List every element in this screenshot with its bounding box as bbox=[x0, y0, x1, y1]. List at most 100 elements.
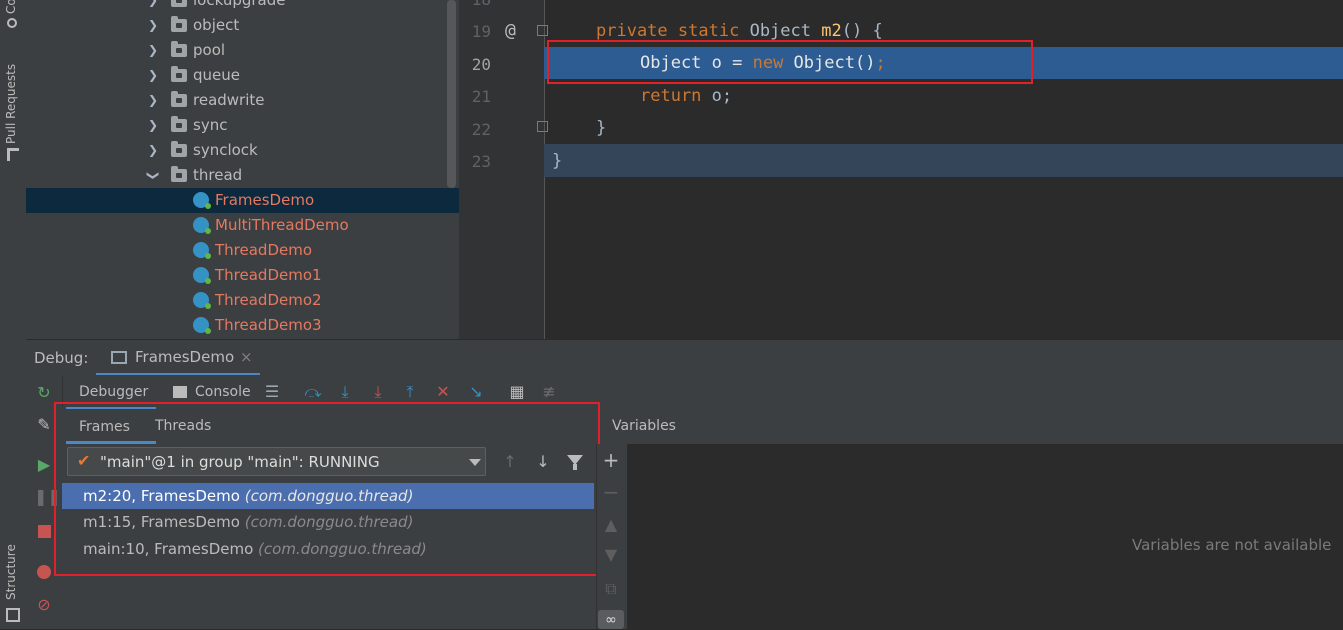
left-tool-strip: Co Pull Requests Structure bbox=[0, 0, 27, 629]
variables-panel[interactable]: Variables are not available bbox=[627, 444, 1343, 629]
tree-class-threaddemo[interactable]: ThreadDemo bbox=[26, 238, 459, 263]
code-text: } bbox=[596, 118, 607, 138]
fold-icon[interactable] bbox=[537, 25, 548, 36]
tree-item-label: pool bbox=[193, 41, 226, 59]
add-watch-icon[interactable]: + bbox=[601, 450, 621, 470]
view-breakpoints-icon[interactable] bbox=[37, 565, 51, 579]
tree-item-label: object bbox=[193, 16, 240, 34]
copy-icon: ⧉ bbox=[605, 579, 617, 598]
resume-icon[interactable]: ▶ bbox=[34, 455, 54, 475]
pull-requests-icon[interactable] bbox=[7, 148, 19, 161]
annotation-highlight-code bbox=[547, 40, 1033, 84]
evaluate-expression-icon[interactable]: ▦ bbox=[507, 382, 527, 402]
project-tree: ❯ lockupgrade ❯ object ❯ pool ❯ queue ❯ … bbox=[26, 0, 459, 339]
caret-line-highlight bbox=[544, 144, 1343, 177]
fold-end-icon[interactable] bbox=[537, 121, 548, 132]
step-into-icon[interactable]: ⤓ bbox=[335, 382, 355, 402]
mute-breakpoints-icon[interactable]: ⊘ bbox=[34, 595, 54, 615]
pause-icon: ❚❚ bbox=[34, 487, 61, 506]
line-number: 20 bbox=[471, 55, 491, 74]
tree-item-label: synclock bbox=[193, 141, 258, 159]
chevron-right-icon[interactable]: ❯ bbox=[146, 0, 160, 13]
tree-item-label: ThreadDemo3 bbox=[215, 316, 322, 334]
step-over-icon[interactable]: ⤼ bbox=[303, 382, 323, 402]
code-method-name: m2 bbox=[821, 21, 842, 41]
run-to-cursor-icon[interactable]: ↘ bbox=[466, 382, 486, 402]
debug-tool-window-header: Debug: FramesDemo × bbox=[26, 339, 1343, 376]
tree-class-framesdemo[interactable]: FramesDemo bbox=[26, 188, 459, 213]
debug-session-tab[interactable]: FramesDemo × bbox=[96, 340, 260, 376]
tree-class-threaddemo2[interactable]: ThreadDemo2 bbox=[26, 288, 459, 313]
chevron-right-icon[interactable]: ❯ bbox=[146, 13, 160, 38]
chevron-right-icon[interactable]: ❯ bbox=[146, 138, 160, 163]
tree-folder-object[interactable]: ❯ object bbox=[26, 13, 459, 38]
tree-class-multithreaddemo[interactable]: MultiThreadDemo bbox=[26, 213, 459, 238]
java-class-icon bbox=[193, 217, 211, 234]
annotation-highlight-frames bbox=[54, 402, 600, 576]
variables-side-toolbar: + − ▲ ▼ ⧉ ∞ bbox=[596, 444, 628, 629]
java-class-icon bbox=[193, 317, 211, 334]
debugger-tab[interactable]: Debugger bbox=[79, 384, 148, 400]
code-line-23: } bbox=[552, 145, 562, 177]
move-down-icon: ▼ bbox=[604, 545, 618, 564]
tree-scrollbar-thumb[interactable] bbox=[447, 0, 456, 188]
chevron-right-icon[interactable]: ❯ bbox=[146, 38, 160, 63]
chevron-right-icon[interactable]: ❯ bbox=[146, 88, 160, 113]
code-keyword: private bbox=[596, 21, 668, 41]
drop-frame-icon[interactable]: ✕ bbox=[433, 382, 453, 402]
code-text: } bbox=[552, 151, 563, 171]
override-marker-icon[interactable]: @ bbox=[505, 20, 516, 41]
rerun-icon[interactable]: ↻ bbox=[34, 383, 54, 403]
layout-menu-icon[interactable]: ☰ bbox=[262, 382, 282, 402]
tree-item-label: ThreadDemo bbox=[215, 241, 313, 259]
tree-folder-thread[interactable]: ❯ thread bbox=[26, 163, 459, 188]
code-keyword: return bbox=[640, 86, 702, 106]
tree-class-threaddemo1[interactable]: ThreadDemo1 bbox=[26, 263, 459, 288]
tree-item-label: FramesDemo bbox=[215, 191, 315, 209]
folder-icon bbox=[171, 0, 187, 7]
tree-item-label: lockupgrade bbox=[193, 0, 286, 9]
tree-class-threaddemo3[interactable]: ThreadDemo3 bbox=[26, 313, 459, 338]
tree-item-label: readwrite bbox=[193, 91, 265, 109]
tree-item-label: ThreadDemo1 bbox=[215, 266, 322, 284]
code-keyword: static bbox=[677, 21, 740, 41]
debug-label: Debug: bbox=[34, 349, 89, 367]
code-line-22: } bbox=[596, 112, 606, 144]
chevron-down-icon[interactable]: ❯ bbox=[141, 169, 166, 183]
code-type: Object bbox=[749, 21, 811, 41]
chevron-right-icon[interactable]: ❯ bbox=[146, 113, 160, 138]
force-step-into-icon[interactable]: ⤓ bbox=[368, 382, 388, 402]
java-class-icon bbox=[193, 192, 211, 209]
folder-icon bbox=[171, 116, 187, 132]
variables-title: Variables bbox=[612, 418, 676, 434]
folder-icon bbox=[171, 91, 187, 107]
close-tab-icon[interactable]: × bbox=[240, 348, 253, 366]
pull-requests-tool[interactable]: Pull Requests bbox=[4, 64, 18, 144]
line-number: 22 bbox=[471, 120, 491, 139]
glasses-icon: ∞ bbox=[605, 612, 617, 628]
line-number: 19 bbox=[471, 22, 491, 41]
step-out-icon[interactable]: ⤒ bbox=[400, 382, 420, 402]
structure-tool[interactable]: Structure bbox=[4, 544, 18, 600]
tree-folder-lockupgrade[interactable]: ❯ lockupgrade bbox=[26, 0, 459, 13]
commit-tool-label[interactable]: Co bbox=[4, 0, 18, 14]
tree-folder-pool[interactable]: ❯ pool bbox=[26, 38, 459, 63]
folder-icon bbox=[171, 141, 187, 157]
structure-icon[interactable] bbox=[6, 608, 20, 622]
tree-folder-readwrite[interactable]: ❯ readwrite bbox=[26, 88, 459, 113]
console-tab[interactable]: Console bbox=[195, 384, 251, 400]
folder-icon bbox=[171, 41, 187, 57]
commit-icon[interactable] bbox=[7, 18, 17, 28]
console-window-icon bbox=[111, 351, 127, 364]
line-number: 21 bbox=[471, 87, 491, 106]
stop-icon[interactable] bbox=[38, 525, 51, 538]
tree-folder-sync[interactable]: ❯ sync bbox=[26, 113, 459, 138]
tree-item-label: ThreadDemo2 bbox=[215, 291, 322, 309]
code-text: () { bbox=[841, 21, 883, 41]
chevron-right-icon[interactable]: ❯ bbox=[146, 63, 160, 88]
tree-folder-synclock[interactable]: ❯ synclock bbox=[26, 138, 459, 163]
tree-folder-queue[interactable]: ❯ queue bbox=[26, 63, 459, 88]
debug-tab-title: FramesDemo bbox=[135, 348, 235, 366]
settings-wrench-icon[interactable]: ✎ bbox=[34, 415, 54, 435]
java-class-icon bbox=[193, 267, 211, 284]
